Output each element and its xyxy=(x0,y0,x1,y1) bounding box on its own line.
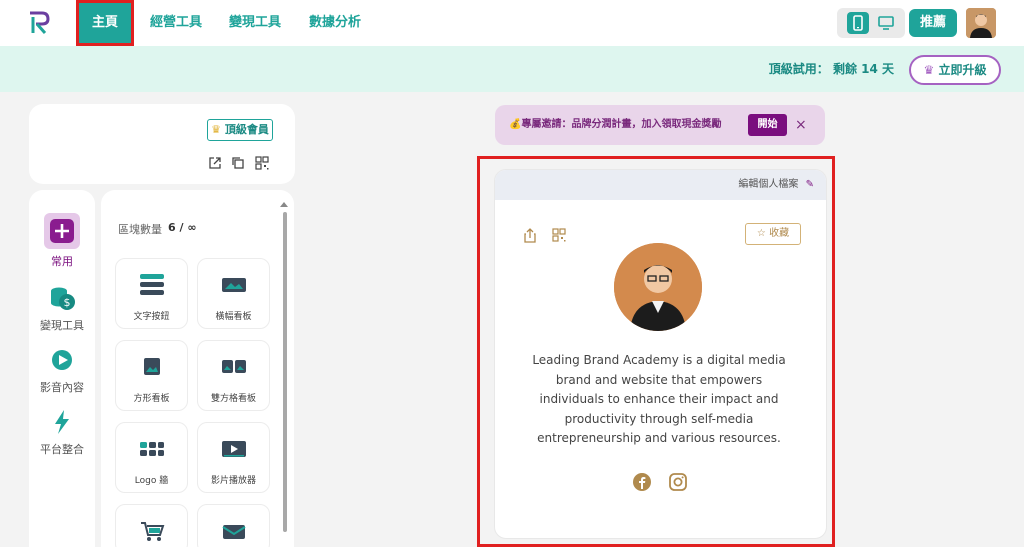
mobile-icon xyxy=(853,15,863,31)
tile-label: 橫幅看板 xyxy=(215,312,252,322)
plus-icon xyxy=(44,213,80,249)
profile-person-icon xyxy=(614,243,702,331)
block-tile-square-board[interactable]: 方形看板 xyxy=(115,340,188,411)
desktop-icon xyxy=(878,16,894,30)
trial-remaining-text: 頂級試用： 剩餘 14 天 xyxy=(768,62,894,76)
nav-monetize-tools[interactable]: 變現工具 xyxy=(229,0,281,46)
video-player-icon xyxy=(222,441,246,457)
cart-icon xyxy=(141,522,165,541)
edit-profile-label: 編輯個人檔案 xyxy=(738,179,799,190)
blocks-scrollbar[interactable] xyxy=(283,212,287,532)
user-avatar[interactable] xyxy=(966,8,996,38)
block-count-value: 6 / ∞ xyxy=(168,221,197,234)
block-tile-shop[interactable] xyxy=(115,504,188,547)
star-icon: ☆ xyxy=(756,228,766,239)
block-tile-mail[interactable] xyxy=(197,504,270,547)
top-nav: 主頁 經營工具 變現工具 數據分析 推薦 xyxy=(0,0,1024,46)
nav-business-tools[interactable]: 經營工具 xyxy=(150,0,202,46)
crown-icon: ♛ xyxy=(211,123,222,136)
category-integrations[interactable]: 平台整合 xyxy=(29,407,95,457)
nav-home[interactable]: 主頁 xyxy=(76,0,134,46)
favorite-label: 收藏 xyxy=(769,228,790,239)
scroll-up-arrow[interactable] xyxy=(280,202,288,207)
qr-code-icon[interactable] xyxy=(552,228,566,242)
invite-text: 💰專屬邀請：品牌分潤計畫，加入領取現金獎勵 xyxy=(509,119,722,130)
nav-analytics[interactable]: 數據分析 xyxy=(309,0,361,46)
block-tile-logo-wall[interactable]: Logo 牆 xyxy=(115,422,188,493)
app-logo[interactable] xyxy=(24,9,52,37)
block-tile-dual-grid[interactable]: 雙方格看板 xyxy=(197,340,270,411)
play-icon xyxy=(52,350,72,370)
tile-label: Logo 牆 xyxy=(134,476,169,486)
qr-code-icon[interactable] xyxy=(255,156,269,170)
category-media[interactable]: 影音內容 xyxy=(29,345,95,395)
avatar-person-icon xyxy=(966,8,996,38)
upgrade-button[interactable]: ♛ 立即升級 xyxy=(909,55,1001,85)
text-button-icon xyxy=(140,274,164,295)
tile-label: 方形看板 xyxy=(133,394,170,404)
favorite-button[interactable]: ☆ 收藏 xyxy=(745,223,801,245)
external-link-icon[interactable] xyxy=(208,156,222,170)
profile-bio: Leading Brand Academy is a digital media… xyxy=(532,353,786,445)
coins-icon: $ xyxy=(51,287,75,310)
premium-member-badge[interactable]: ♛ 頂級會員 xyxy=(207,119,273,141)
device-toggle xyxy=(837,8,905,38)
category-label: 常用 xyxy=(51,255,73,268)
share-icon[interactable] xyxy=(523,227,537,243)
mail-icon xyxy=(222,525,246,539)
invite-banner: 💰專屬邀請：品牌分潤計畫，加入領取現金獎勵 開始 × xyxy=(495,105,825,145)
preview-card-header: 編輯個人檔案 ✎ xyxy=(495,170,826,200)
profile-photo xyxy=(614,243,702,331)
category-label: 變現工具 xyxy=(40,319,84,332)
upgrade-label: 立即升級 xyxy=(938,63,987,77)
close-icon[interactable]: × xyxy=(795,105,807,145)
invite-start-button[interactable]: 開始 xyxy=(748,114,787,136)
publish-button[interactable]: 推薦 xyxy=(909,9,957,37)
badge-label: 頂級會員 xyxy=(224,123,269,136)
logo-wall-icon xyxy=(140,442,164,456)
block-tile-text-button[interactable]: 文字按鈕 xyxy=(115,258,188,329)
copy-icon[interactable] xyxy=(231,156,245,170)
tile-label: 影片播放器 xyxy=(210,476,256,486)
category-label: 影音內容 xyxy=(40,381,84,394)
trial-bar: 頂級試用： 剩餘 14 天 xyxy=(0,46,1024,92)
category-label: 平台整合 xyxy=(40,443,84,456)
desktop-view-button[interactable] xyxy=(875,12,897,34)
block-count-label: 區塊數量 xyxy=(118,223,162,236)
dual-grid-icon xyxy=(222,360,246,373)
category-common[interactable]: 常用 xyxy=(29,213,95,269)
edit-profile-link[interactable]: 編輯個人檔案 ✎ xyxy=(738,170,814,200)
pencil-icon: ✎ xyxy=(805,179,814,190)
svg-text:$: $ xyxy=(64,296,71,309)
block-tile-banner[interactable]: 橫幅看板 xyxy=(197,258,270,329)
mobile-view-button[interactable] xyxy=(847,12,869,34)
category-monetize[interactable]: $ 變現工具 xyxy=(29,283,95,333)
bolt-icon xyxy=(55,410,69,434)
account-panel xyxy=(29,104,295,184)
block-tile-video-player[interactable]: 影片播放器 xyxy=(197,422,270,493)
facebook-icon[interactable] xyxy=(632,472,652,492)
banner-icon xyxy=(222,278,246,292)
crown-icon: ♛ xyxy=(923,63,935,77)
tile-label: 文字按鈕 xyxy=(133,312,170,322)
square-board-icon xyxy=(144,358,160,375)
instagram-icon[interactable] xyxy=(668,472,688,492)
tile-label: 雙方格看板 xyxy=(210,394,256,404)
